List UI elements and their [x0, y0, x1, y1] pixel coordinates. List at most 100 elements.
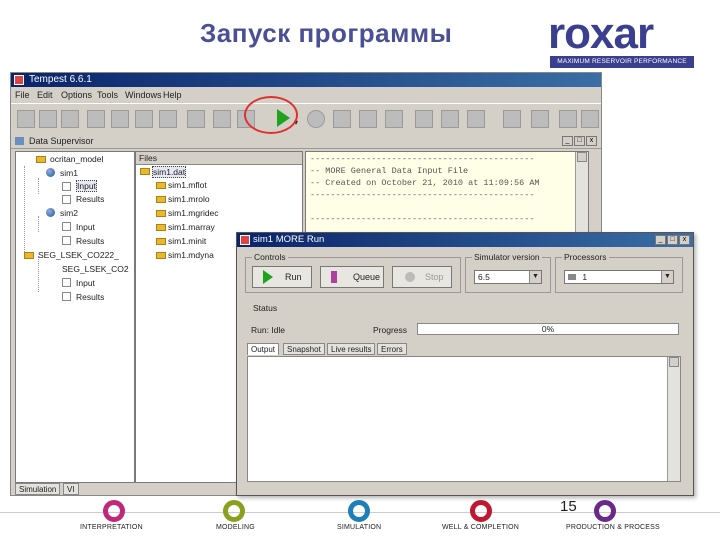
file-item[interactable]: sim1.marray	[168, 222, 215, 232]
more-run-dialog: sim1 MORE Run _ □ x Controls Run Queue S…	[236, 232, 694, 496]
undo-icon[interactable]	[213, 110, 231, 128]
scroll-up-icon[interactable]	[669, 357, 679, 367]
file-folder-icon	[156, 252, 166, 259]
tab-simulation[interactable]: Simulation	[15, 483, 61, 495]
interpretation-ring-icon	[103, 500, 125, 522]
footer-label-interpretation: INTERPRETATION	[80, 524, 143, 531]
dialog-close-button[interactable]: x	[679, 235, 690, 245]
menu-options[interactable]: Options	[61, 88, 92, 102]
modeling-ring-icon	[223, 500, 245, 522]
paste-icon[interactable]	[159, 110, 177, 128]
layout2-icon[interactable]	[531, 110, 549, 128]
file-item[interactable]: sim1.minit	[168, 236, 206, 246]
file-item[interactable]: sim1.mgridec	[168, 208, 219, 218]
stop-button[interactable]: Stop	[392, 266, 452, 288]
menu-file[interactable]: File	[15, 88, 30, 102]
editor-line: ----------------------------------------…	[310, 214, 535, 224]
menu-tools[interactable]: Tools	[97, 88, 118, 102]
run-highlight-circle	[244, 96, 298, 134]
editor-line: ----------------------------------------…	[310, 154, 535, 164]
tree-item-seg[interactable]: SEG_LSEK_CO222_	[38, 250, 119, 260]
tree-item-sim1-input[interactable]: Input	[76, 180, 97, 192]
dialog-maximize-button[interactable]: □	[667, 235, 678, 245]
dialog-titlebar: sim1 MORE Run _ □ x	[237, 233, 693, 247]
tab-output[interactable]: Output	[247, 343, 280, 355]
tree-item-sim1[interactable]: sim1	[60, 168, 78, 178]
tab-snapshot[interactable]: Snapshot	[283, 343, 325, 355]
controls-group: Controls Run Queue Stop	[245, 252, 461, 293]
sim-sphere-icon	[46, 208, 55, 217]
edit-icon[interactable]	[87, 110, 105, 128]
file-item[interactable]: sim1.mflot	[168, 180, 207, 190]
processors-select[interactable]: 1 ▼	[564, 270, 674, 284]
tree-item-sim2-input[interactable]: Input	[76, 222, 95, 232]
file-folder-icon	[156, 196, 166, 203]
input-doc-icon	[62, 222, 71, 231]
menu-edit[interactable]: Edit	[37, 88, 53, 102]
file-folder-icon	[140, 168, 150, 175]
run-button-label: Run	[285, 272, 302, 282]
sim-version-select[interactable]: 6.5 ▼	[474, 270, 542, 284]
new-icon[interactable]	[17, 110, 35, 128]
logo-word: roxar	[548, 9, 654, 58]
view-icon[interactable]	[467, 110, 485, 128]
print-icon[interactable]	[581, 110, 599, 128]
run-button[interactable]: Run	[252, 266, 312, 288]
stop-circle-icon[interactable]	[307, 110, 325, 128]
menu-help[interactable]: Help	[163, 88, 182, 102]
tree-item-sim2-results[interactable]: Results	[76, 236, 104, 246]
output-pane[interactable]	[247, 356, 681, 482]
seg-folder-icon	[24, 252, 34, 259]
tiles-icon[interactable]	[559, 110, 577, 128]
cut-icon[interactable]	[111, 110, 129, 128]
grid-icon[interactable]	[415, 110, 433, 128]
model-icon[interactable]	[441, 110, 459, 128]
footer-label-production-process: PRODUCTION & PROCESS	[566, 524, 660, 531]
tree-item-sim1-results[interactable]: Results	[76, 194, 104, 204]
ds-maximize-button[interactable]: □	[574, 136, 585, 146]
file-item[interactable]: sim1.dat	[152, 166, 187, 178]
file-item[interactable]: sim1.mrolo	[168, 194, 210, 204]
stop-button-label: Stop	[425, 272, 444, 282]
tab-live-results[interactable]: Live results	[327, 343, 376, 355]
tree-item-sim2[interactable]: sim2	[60, 208, 78, 218]
open-icon[interactable]	[39, 110, 57, 128]
editor-line: -- MORE General Data Input File	[310, 166, 469, 176]
chevron-down-icon: ▼	[661, 271, 673, 283]
plot-icon[interactable]	[359, 110, 377, 128]
roxar-logo: roxar MAXIMUM RESERVOIR PERFORMANCE	[548, 12, 698, 70]
dialog-title: sim1 MORE Run	[253, 234, 325, 245]
results-doc-icon	[62, 195, 71, 204]
play-icon	[263, 270, 273, 284]
input-doc-icon	[62, 278, 71, 287]
tab-errors[interactable]: Errors	[377, 343, 407, 355]
simulator-version-group: Simulator version 6.5 ▼	[465, 252, 551, 293]
layout-icon[interactable]	[503, 110, 521, 128]
file-folder-icon	[156, 224, 166, 231]
processor-icon	[568, 274, 576, 280]
ds-minimize-button[interactable]: _	[562, 136, 573, 146]
tree-item-model[interactable]: ocritan_model	[50, 154, 103, 164]
menubar: File Edit Options Tools Windows Help	[11, 88, 601, 102]
queue-button[interactable]: Queue	[320, 266, 384, 288]
sim-version-label: Simulator version	[472, 252, 542, 262]
output-scrollbar[interactable]	[667, 357, 680, 481]
clipboard-icon[interactable]	[187, 110, 205, 128]
input-doc-icon	[62, 182, 71, 191]
queue-icon	[331, 271, 337, 283]
save-icon[interactable]	[61, 110, 79, 128]
tree-item-seg-child[interactable]: SEG_LSEK_CO2	[62, 264, 129, 274]
tree-item-seg-results[interactable]: Results	[76, 292, 104, 302]
scroll-up-icon[interactable]	[577, 152, 587, 162]
chart-icon[interactable]	[333, 110, 351, 128]
dialog-minimize-button[interactable]: _	[655, 235, 666, 245]
tree-item-seg-input[interactable]: Input	[76, 278, 95, 288]
ds-close-button[interactable]: x	[586, 136, 597, 146]
menu-windows[interactable]: Windows	[125, 88, 162, 102]
plot2-icon[interactable]	[385, 110, 403, 128]
file-item[interactable]: sim1.mdyna	[168, 250, 214, 260]
slide-title: Запуск программы	[200, 18, 453, 48]
footer-label-simulation: SIMULATION	[337, 524, 382, 531]
tab-vi[interactable]: VI	[63, 483, 79, 495]
copy-icon[interactable]	[135, 110, 153, 128]
